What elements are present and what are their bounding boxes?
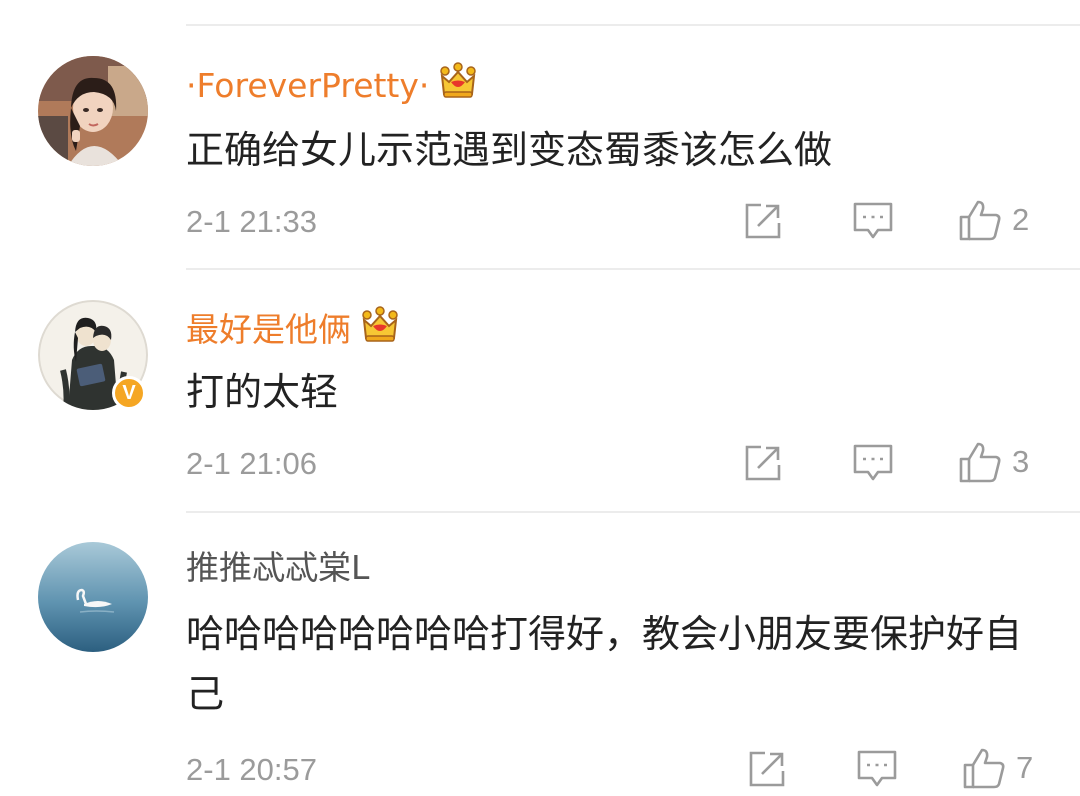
share-button[interactable] [748, 750, 786, 788]
comment-time: 2-1 21:33 [186, 204, 317, 239]
thumbs-up-icon [963, 748, 1005, 789]
crown-icon [439, 62, 477, 109]
share-icon [749, 751, 785, 787]
like-count: 3 [1012, 444, 1030, 479]
comment-icon [853, 202, 893, 239]
comment-time: 2-1 21:06 [186, 446, 317, 481]
comment-text: 哈哈哈哈哈哈哈哈打得好，教会小朋友要保护好自己 [186, 612, 1023, 716]
share-button[interactable] [744, 444, 782, 482]
avatar[interactable] [38, 56, 148, 166]
verified-v-icon: V [112, 376, 146, 410]
crown-icon [361, 306, 399, 353]
comment-text: 正确给女儿示范遇到变态蜀黍该怎么做 [186, 128, 833, 172]
comment-button[interactable] [852, 201, 894, 241]
comment-icon [857, 750, 897, 787]
share-button[interactable] [744, 202, 782, 240]
share-icon [745, 445, 781, 481]
comment-time: 2-1 20:57 [186, 752, 317, 787]
comment-button[interactable] [856, 749, 898, 789]
thumbs-up-icon [959, 442, 1001, 483]
comment-divider [186, 511, 1080, 513]
like-button[interactable]: 2 [958, 199, 1029, 241]
comment-text: 打的太轻 [186, 370, 339, 414]
comment-button[interactable] [852, 443, 894, 483]
username-text: ·ForeverPretty· [186, 65, 430, 105]
comment-icon [853, 444, 893, 481]
comment-divider [186, 268, 1080, 270]
woman-portrait-avatar-icon [38, 56, 148, 166]
top-divider [186, 24, 1080, 26]
username[interactable]: ·ForeverPretty· [186, 62, 477, 109]
like-button[interactable]: 3 [958, 441, 1029, 483]
username-text: 推推忒忒棠L [186, 548, 370, 587]
like-count: 2 [1012, 202, 1030, 237]
thumbs-up-icon [959, 200, 1001, 241]
like-button[interactable]: 7 [962, 747, 1033, 789]
username[interactable]: 推推忒忒棠L [186, 548, 369, 588]
avatar[interactable] [38, 542, 148, 652]
like-count: 7 [1016, 750, 1034, 785]
username[interactable]: 最好是他俩 [186, 306, 399, 353]
swan-on-water-avatar-icon [38, 542, 148, 652]
username-text: 最好是他俩 [186, 309, 351, 349]
share-icon [745, 203, 781, 239]
